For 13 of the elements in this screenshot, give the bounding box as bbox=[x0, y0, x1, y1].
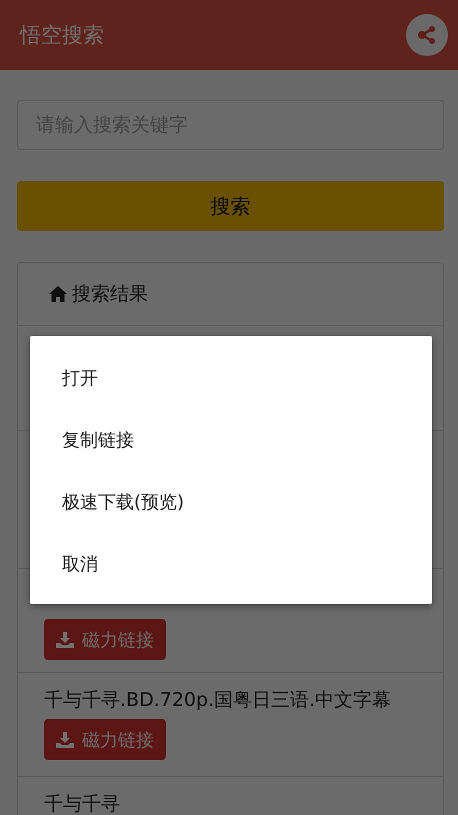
result-title: 千与千寻.BD.720p.国粤日三语.中文字幕 bbox=[44, 688, 392, 713]
dialog-option[interactable]: 复制链接 bbox=[30, 409, 432, 471]
share-button[interactable] bbox=[406, 14, 448, 56]
dialog-option[interactable]: 打开 bbox=[30, 347, 432, 409]
download-icon bbox=[56, 732, 74, 748]
home-icon bbox=[48, 285, 68, 303]
download-icon bbox=[56, 632, 74, 648]
dialog-option[interactable]: 极速下载(预览) bbox=[30, 471, 432, 533]
share-icon bbox=[416, 24, 438, 46]
app-title: 悟空搜索 bbox=[20, 22, 104, 49]
result-title: 千与千寻 bbox=[44, 792, 120, 815]
results-heading: 搜索结果 bbox=[72, 282, 148, 307]
dialog-option[interactable]: 取消 bbox=[30, 533, 432, 595]
